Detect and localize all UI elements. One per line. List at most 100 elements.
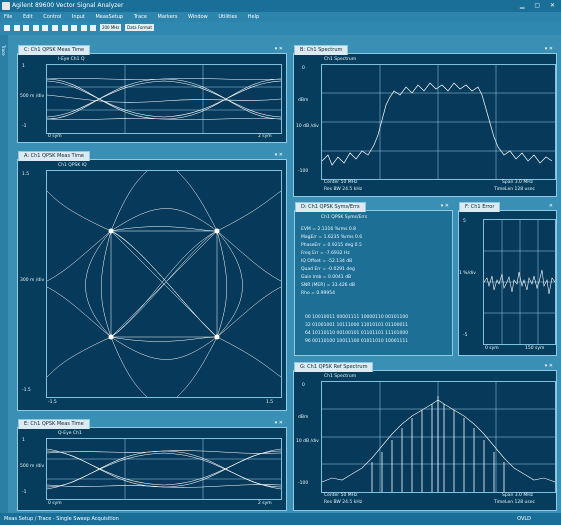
format-select[interactable]: Data Format <box>125 24 154 31</box>
menu-edit[interactable]: Edit <box>23 14 33 20</box>
marker-icon[interactable] <box>51 24 58 31</box>
panel-controls[interactable]: ▾ ✕ <box>545 362 553 371</box>
panel-controls[interactable]: ▾ ✕ <box>441 202 449 211</box>
bits-row: 00 10010011 00001111 10000110 00101100 <box>305 315 409 320</box>
ref-spectrum-panel[interactable]: G: Ch1 QPSK Ref Spectrum ▾ ✕ Ch1 Spectru… <box>293 362 557 511</box>
metric-row: PhaseErr = 0.9215 deg 0.5 <box>301 243 362 248</box>
eye-top-xright: 2 sym <box>258 134 272 139</box>
eye-bottom-ymid: 500 m /div <box>20 464 45 469</box>
zoom-icon[interactable] <box>61 24 68 31</box>
iq-ymid: 300 m /div <box>20 278 45 283</box>
panel-title[interactable]: D: Ch1 QPSK Syms/Errs <box>295 202 366 212</box>
eye-diagram-bottom-panel[interactable]: E: Ch1 QPSK Meas Time ▾ ✕ Q-Eye Ch1 1 50… <box>17 419 287 511</box>
panel-controls[interactable]: ▾ ✕ <box>545 45 553 54</box>
panel-controls[interactable]: ▾ ✕ <box>275 45 283 54</box>
error-xright: 150 sym <box>525 346 545 351</box>
iq-constellation-panel[interactable]: A: Ch1 QPSK Meas Time ▾ ✕ Ch1 QPSK IQ 1.… <box>17 151 287 411</box>
menu-trace[interactable]: Trace <box>134 14 147 20</box>
menu-file[interactable]: File <box>4 14 12 20</box>
spectrum-rbw: Res BW 24.5 kHz <box>324 187 363 192</box>
eye-diagram-top-panel[interactable]: C: Ch1 QPSK Meas Time ▾ ✕ I-Eye Ch1 Q 1 … <box>17 45 287 143</box>
window-controls[interactable]: ▁ ▢ ✕ <box>520 0 559 12</box>
metric-row: Quad Err = -0.0291 deg <box>301 267 355 272</box>
eye-top-xleft: 0 sym <box>48 134 62 139</box>
ref-spectrum-yunit: dBm <box>298 415 309 420</box>
panel-title[interactable]: C: Ch1 QPSK Meas Time <box>18 45 91 55</box>
menu-markers[interactable]: Markers <box>158 14 178 20</box>
panel-title[interactable]: G: Ch1 QPSK Ref Spectrum <box>294 362 374 372</box>
error-plot[interactable] <box>483 219 556 345</box>
iq-plot[interactable] <box>46 170 282 398</box>
spectrum-panel[interactable]: B: Ch1 Spectrum ▾ ✕ Ch1 Spectrum 0 dBm 1… <box>293 45 557 197</box>
panel-controls[interactable]: ▾ ✕ <box>275 151 283 160</box>
ref-spectrum-ydiv: 10 dB /div <box>296 439 319 444</box>
bits-row: 96 00110100 10011100 01011010 10001111 <box>305 339 409 344</box>
symbols-errors-panel[interactable]: D: Ch1 QPSK Syms/Errs ▾ ✕ Ch1 QPSK Syms/… <box>294 202 453 356</box>
eye-bottom-sub: Q-Eye Ch1 <box>58 431 82 436</box>
menu-help[interactable]: Help <box>248 14 259 20</box>
ref-spectrum-trace-label: Ch1 Spectrum <box>324 374 357 379</box>
ref-spectrum-rbw: Res BW 24.5 kHz <box>324 500 363 505</box>
metric-row: SNR (MER) = 33.426 dB <box>301 283 355 288</box>
panel-title[interactable]: E: Ch1 QPSK Meas Time <box>18 419 90 429</box>
ref-spectrum-ybot: -100 <box>298 481 309 486</box>
metric-row: EVM = 2.1316 %rms 0.8 <box>301 227 357 232</box>
ref-spectrum-plot[interactable] <box>321 381 556 493</box>
overload-indicator: OVLD <box>517 516 531 522</box>
panel-title[interactable]: A: Ch1 QPSK Meas Time <box>18 151 90 161</box>
panel-controls[interactable]: ▾ ✕ <box>275 419 283 428</box>
eye-bottom-plot[interactable] <box>46 438 282 500</box>
iq-ybot: -1.5 <box>22 388 31 393</box>
spectrum-trace <box>322 65 555 179</box>
restart-icon[interactable] <box>32 24 39 31</box>
eye-top-plot[interactable] <box>46 64 282 134</box>
menu-bar: File Edit Control Input MeasSetup Trace … <box>0 12 561 22</box>
spectrum-plot[interactable] <box>321 64 556 180</box>
autoscale-icon[interactable] <box>71 24 78 31</box>
bits-row: 64 10110110 00100101 01101101 11101000 <box>305 331 409 336</box>
iq-xright: 1.5 <box>266 400 274 405</box>
app-icon <box>2 2 10 10</box>
side-tab[interactable]: Trace <box>0 35 8 513</box>
iq-xleft: -1.5 <box>48 400 57 405</box>
metric-row: Rho = 0.99954 <box>301 291 335 296</box>
menu-control[interactable]: Control <box>43 14 61 20</box>
single-icon[interactable] <box>23 24 30 31</box>
error-xleft: 0 sym <box>485 346 499 351</box>
window-title: Agilent 89600 Vector Signal Analyzer <box>12 2 124 9</box>
spectrum-ytop: 0 <box>302 66 305 71</box>
play-icon[interactable] <box>4 24 10 31</box>
iq-traces <box>47 171 281 397</box>
record-icon[interactable] <box>42 24 49 31</box>
error-panel[interactable]: F: Ch1 Error ✕ 5 1 %/div -5 0 sym 150 sy… <box>458 202 557 356</box>
spectrum-trace-label: Ch1 Spectrum <box>324 57 357 62</box>
bits-row: 32 01001001 10111000 11010101 01100011 <box>305 323 409 328</box>
eye-top-ymid: 500 m /div <box>20 94 45 99</box>
eye-bottom-ybot: -1 <box>22 490 27 495</box>
grid-icon[interactable] <box>90 24 97 31</box>
panel-title[interactable]: F: Ch1 Error <box>459 202 501 212</box>
symbols-header: Ch1 QPSK Syms/Errs <box>321 215 368 220</box>
menu-window[interactable]: Window <box>188 14 208 20</box>
menu-utilities[interactable]: Utilities <box>218 14 237 20</box>
error-ytop: 5 <box>463 219 466 224</box>
ref-spectrum-center: Center 50 MHz <box>324 493 358 498</box>
error-ybot: -5 <box>463 333 468 338</box>
eye-bottom-xleft: 0 sym <box>48 501 62 506</box>
layout-icon[interactable] <box>80 24 87 31</box>
status-bar: Meas Setup / Trace - Single Sweep Acquis… <box>0 513 561 525</box>
panel-title[interactable]: B: Ch1 Spectrum <box>294 45 349 55</box>
ref-spectrum-span: Span 3.0 MHz <box>502 493 533 498</box>
pause-icon[interactable] <box>13 24 20 31</box>
spectrum-center: Center 50 MHz <box>324 180 358 185</box>
eye-top-traces <box>47 65 281 133</box>
frequency-field[interactable]: 200 MHz <box>99 24 122 31</box>
menu-input[interactable]: Input <box>72 14 85 20</box>
spectrum-timelen: TimeLen 128 usec <box>494 187 535 192</box>
ref-spectrum-timelen: TimeLen 128 usec <box>494 500 535 505</box>
menu-meassetup[interactable]: MeasSetup <box>95 14 123 20</box>
error-trace <box>484 220 555 344</box>
spectrum-span: Span 3.0 MHz <box>502 180 533 185</box>
panel-controls[interactable]: ✕ <box>549 202 553 211</box>
spectrum-ybot: -100 <box>298 169 309 174</box>
